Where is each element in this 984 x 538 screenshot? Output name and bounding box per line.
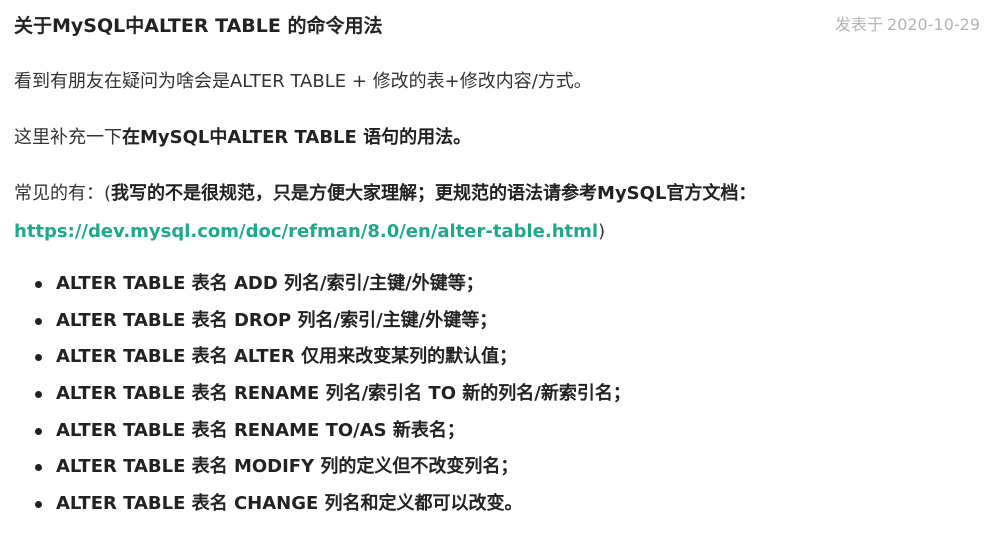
list-item-text: ALTER TABLE 表名 ALTER 仅用来改变某列的默认值； xyxy=(56,346,518,368)
list-item: ALTER TABLE 表名 ADD 列名/索引/主键/外键等； xyxy=(14,270,631,307)
summary-plain-text: 这里补充一下 xyxy=(14,127,122,148)
post-date: 2020-10-29 xyxy=(887,15,980,34)
list-item-text: ALTER TABLE 表名 CHANGE 列名和定义都可以改变。 xyxy=(56,493,523,515)
bullet-icon xyxy=(35,464,42,472)
bullet-icon xyxy=(35,354,42,362)
list-item-text: ALTER TABLE 表名 MODIFY 列的定义但不改变列名； xyxy=(56,456,519,478)
list-item-text: ALTER TABLE 表名 ADD 列名/索引/主键/外键等； xyxy=(56,273,484,294)
bullet-icon xyxy=(35,391,42,399)
bullet-icon xyxy=(35,501,42,509)
list-item-text: ALTER TABLE 表名 DROP 列名/索引/主键/外键等； xyxy=(56,309,498,331)
note-bold-text: 我写的不是很规范，只是方便大家理解；更规范的语法请参考MySQL官方文档： xyxy=(111,183,757,204)
bullet-icon xyxy=(35,281,42,288)
list-item-text: ALTER TABLE 表名 RENAME TO/AS 新表名； xyxy=(56,419,465,441)
list-item: ALTER TABLE 表名 RENAME 列名/索引名 TO 新的列名/新索引… xyxy=(14,380,631,417)
post-title[interactable]: 关于MySQL中ALTER TABLE 的命令用法 xyxy=(14,12,382,40)
mysql-docs-link[interactable]: https://dev.mysql.com/doc/refman/8.0/en/… xyxy=(14,221,598,242)
summary-bold-text: 在MySQL中ALTER TABLE 语句的用法。 xyxy=(122,127,472,148)
list-item: ALTER TABLE 表名 CHANGE 列名和定义都可以改变。 xyxy=(14,490,631,527)
post-meta: 发表于 2020-10-29 xyxy=(835,12,980,38)
note-plain-text: 常见的有：( xyxy=(14,183,112,204)
paragraph-note: 常见的有：(我写的不是很规范，只是方便大家理解；更规范的语法请参考MySQL官方… xyxy=(14,180,756,208)
paragraph-note-link-line: https://dev.mysql.com/doc/refman/8.0/en/… xyxy=(14,218,605,246)
note-close-paren: ) xyxy=(598,221,606,242)
bullet-icon xyxy=(35,317,42,325)
paragraph-summary: 这里补充一下在MySQL中ALTER TABLE 语句的用法。 xyxy=(14,124,471,152)
post-header: 关于MySQL中ALTER TABLE 的命令用法 发表于 2020-10-29 xyxy=(14,12,980,40)
alter-table-usage-list: ALTER TABLE 表名 ADD 列名/索引/主键/外键等； ALTER T… xyxy=(14,270,631,527)
list-item: ALTER TABLE 表名 DROP 列名/索引/主键/外键等； xyxy=(14,307,631,344)
paragraph-intro: 看到有朋友在疑问为啥会是ALTER TABLE + 修改的表+修改内容/方式。 xyxy=(14,71,592,92)
bullet-icon xyxy=(35,427,42,435)
list-item: ALTER TABLE 表名 MODIFY 列的定义但不改变列名； xyxy=(14,453,631,490)
blog-post: 关于MySQL中ALTER TABLE 的命令用法 发表于 2020-10-29 … xyxy=(0,0,984,538)
posted-label: 发表于 xyxy=(835,15,884,34)
list-item: ALTER TABLE 表名 ALTER 仅用来改变某列的默认值； xyxy=(14,343,631,380)
list-item-text: ALTER TABLE 表名 RENAME 列名/索引名 TO 新的列名/新索引… xyxy=(56,383,631,405)
list-item: ALTER TABLE 表名 RENAME TO/AS 新表名； xyxy=(14,417,631,454)
